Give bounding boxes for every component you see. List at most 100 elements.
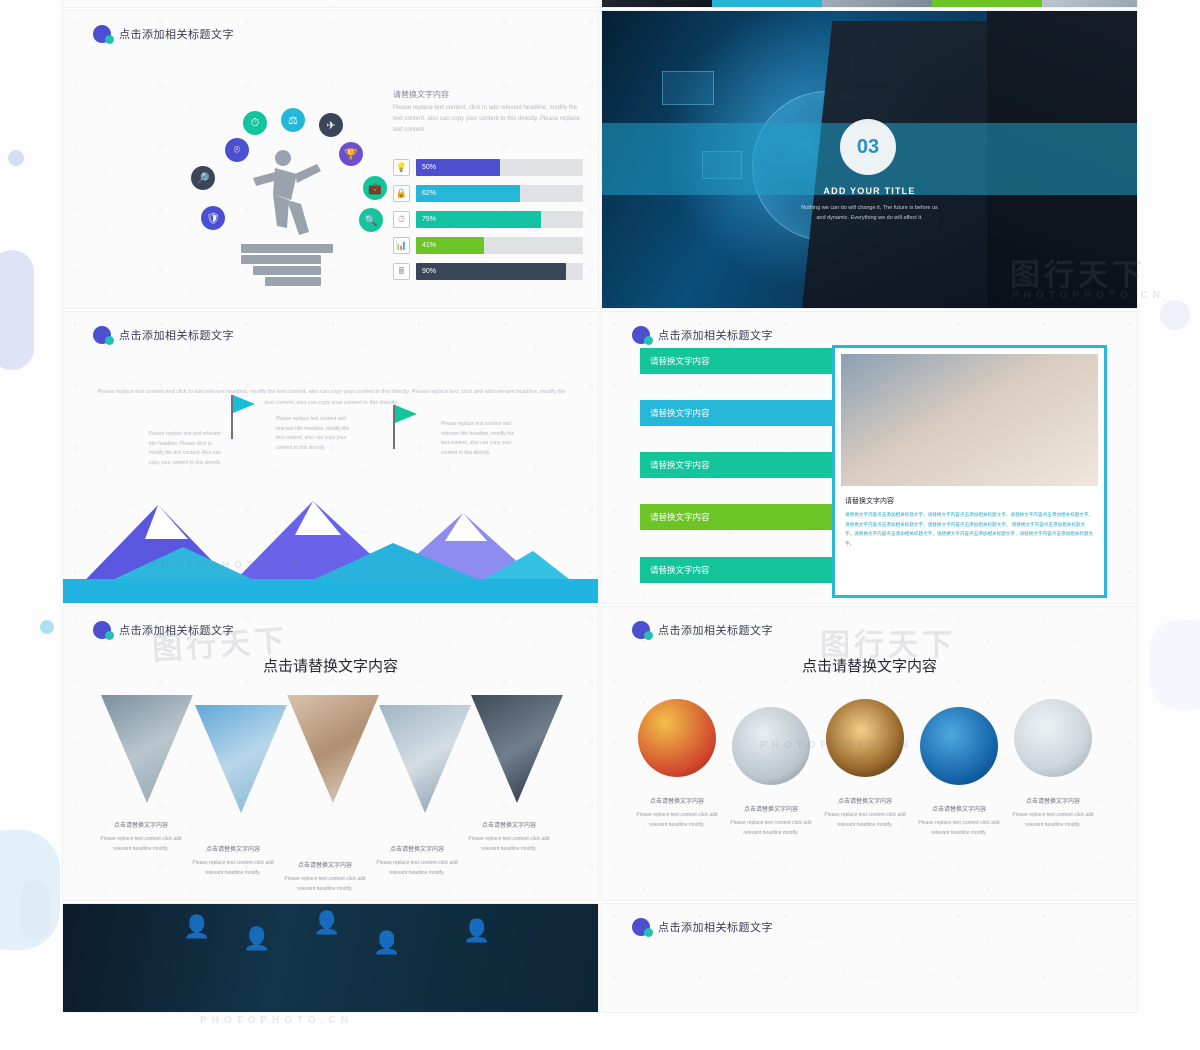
slide-title-mountain: 点击添加相关标题文字 (93, 326, 234, 345)
circle-caption-title: 点击请替换文字内容 (1025, 799, 1080, 805)
shield-icon: 🛡 (201, 206, 225, 230)
slide-top-right[interactable]: 请替换文字 请替换文字 请替换文字内容 (601, 0, 1138, 8)
triangle-caption-title: 点击请替换文字内容 (481, 823, 536, 829)
slide-top-left[interactable]: 请替换文字内容 Please replace text content, cli… (62, 0, 599, 8)
circle-photo (826, 699, 904, 777)
list-item-label: 请替换文字内容 (650, 356, 710, 366)
decorative-blob (40, 620, 54, 634)
circle-photo (920, 707, 998, 785)
triangle-caption-title: 点击请替换文字内容 (113, 823, 168, 829)
slide-process[interactable]: 点击添加相关标题文字 ⏱ ⚖ ✈ ⌾ 🏆 🔎 💼 🛡 🔍 请替换文字内容 Ple… (62, 10, 599, 309)
runner-illustration: ⏱ ⚖ ✈ ⌾ 🏆 🔎 💼 🛡 🔍 (163, 108, 387, 286)
photo-tile (822, 0, 932, 7)
circle-caption: 点击请替换文字内容 Please replace text content cl… (822, 797, 908, 830)
zoom-icon: 🔍 (359, 208, 383, 232)
mountain-note: Please replace text and relevant title h… (149, 431, 222, 466)
bullet-dot-icon (632, 326, 653, 345)
list-item[interactable]: 请替换文字内容 (640, 504, 836, 530)
mountain-note: Please replace text content and relevant… (276, 416, 350, 451)
slide-list-photo[interactable]: 点击添加相关标题文字 请替换文字内容 请替换文字内容 请替换文字内容 请替换文字… (601, 311, 1138, 604)
slide-title-text: 点击添加相关标题文字 (119, 29, 234, 41)
photo-tile (602, 0, 712, 7)
progress-row: 🖩 90% (393, 263, 583, 280)
list-item[interactable]: 请替换文字内容 (640, 348, 836, 374)
progress-track: 90% (416, 263, 583, 280)
card-body: 请替换文字内容点击添加相关标题文字，请替换文字内容点击添加相关标题文字，请替换文… (845, 512, 1094, 546)
trophy-icon: 🏆 (339, 142, 363, 166)
slide-circles[interactable]: 点击添加相关标题文字 点击请替换文字内容 点击请替换文字内容 Please re… (601, 606, 1138, 901)
circle-caption: 点击请替换文字内容 Please replace text content cl… (1010, 797, 1096, 830)
triangle-photo (195, 705, 287, 813)
mountain-graphic (63, 395, 598, 603)
slide-row-2: 点击添加相关标题文字 Please replace text content a… (62, 311, 1138, 604)
person-icon: 👤 (243, 926, 271, 951)
slide-bottom-right[interactable]: 点击添加相关标题文字 (601, 903, 1138, 1013)
slide-title-list: 点击添加相关标题文字 (632, 326, 773, 345)
watermark-en: PHOTOPHOTO.CN (200, 1015, 353, 1026)
list-item[interactable]: 请替换文字内容 (640, 400, 836, 426)
slide-triangles[interactable]: 点击添加相关标题文字 点击请替换文字内容 点击请替换文字内容 Please re… (62, 606, 599, 901)
briefcase-icon: 💼 (363, 176, 387, 200)
triangle-caption-note: Please replace text content click add re… (468, 836, 550, 852)
triangle-photo (471, 695, 563, 803)
progress-row: 🔒 62% (393, 185, 583, 202)
circle-photo (638, 699, 716, 777)
lightbulb-icon: 💡 (313, 0, 351, 1)
bulb-icon: 💡 (393, 159, 410, 176)
progress-track: 41% (416, 237, 583, 254)
list-item-label: 请替换文字内容 (650, 460, 710, 470)
photo-strip: 请替换文字 请替换文字 (602, 0, 1137, 7)
slide-title-triangles: 点击添加相关标题文字 (93, 621, 234, 640)
list-item-label: 请替换文字内容 (650, 565, 710, 575)
bullet-dot-icon (93, 621, 114, 640)
circle-caption-note: Please replace text content click add re… (1012, 812, 1094, 828)
progress-row: 📊 41% (393, 237, 583, 254)
progress-value: 90% (422, 268, 437, 275)
tag-chip: 请替换文字 (712, 0, 822, 7)
progress-fill (416, 263, 567, 280)
mountain-svg (63, 501, 598, 603)
progress-value: 50% (422, 164, 437, 171)
decorative-blob (0, 250, 34, 370)
slide-mountain[interactable]: 点击添加相关标题文字 Please replace text content a… (62, 311, 599, 604)
bullet-dot-icon (632, 621, 653, 640)
progress-value: 75% (422, 216, 437, 223)
card-caption: 请替换文字内容 (845, 498, 894, 505)
chart-icon: 📊 (393, 237, 410, 254)
slide-title-text: 点击添加相关标题文字 (658, 922, 773, 934)
section-number: 03 (840, 119, 896, 175)
progress-row: ⏱ 75% (393, 211, 583, 228)
slide-title-text: 点击添加相关标题文字 (119, 330, 234, 342)
person-icon: 👤 (313, 910, 341, 935)
progress-row: 💡 50% (393, 159, 583, 176)
tag-chip: 请替换文字 (932, 0, 1042, 7)
list-item[interactable]: 请替换文字内容 (640, 452, 836, 478)
triangle-caption-note: Please replace text content click add re… (100, 836, 182, 852)
person-icon: 👤 (183, 914, 211, 939)
progress-bar-list: 💡 50% 🔒 62% ⏱ 75% 📊 41% 🖩 90% (393, 159, 583, 289)
bullet-dot-icon (93, 25, 114, 44)
slide-row-3: 点击添加相关标题文字 点击请替换文字内容 点击请替换文字内容 Please re… (62, 606, 1138, 901)
decorative-blob (1160, 300, 1190, 330)
bullet-dot-icon (93, 326, 114, 345)
triangle-caption-title: 点击请替换文字内容 (297, 863, 352, 869)
circle-caption-title: 点击请替换文字内容 (931, 807, 986, 813)
circle-photo (1014, 699, 1092, 777)
decorative-blob (20, 880, 50, 940)
circle-caption-title: 点击请替换文字内容 (649, 799, 704, 805)
section-subtitle: Nothing we can do will change it, The fu… (801, 205, 938, 222)
circle-caption-note: Please replace text content click add re… (636, 812, 718, 828)
slide-title-text: 点击添加相关标题文字 (658, 330, 773, 342)
mountain-note: Please replace text content and relevant… (441, 421, 515, 456)
slide-bottom-left[interactable]: 👤 👤 👤 👤 👤 (62, 903, 599, 1013)
circle-caption-title: 点击请替换文字内容 (837, 799, 892, 805)
triangle-caption-note: Please replace text content click add re… (284, 876, 366, 892)
list-item[interactable]: 请替换文字内容 (640, 557, 836, 583)
photo-tile (1042, 0, 1137, 7)
slide-tech-section[interactable]: 03 ADD YOUR TITLE Nothing we can do will… (601, 10, 1138, 309)
photo-card[interactable]: 请替换文字内容 请替换文字内容点击添加相关标题文字，请替换文字内容点击添加相关标… (832, 345, 1107, 598)
triangle-caption: 点击请替换文字内容 Please replace text content cl… (185, 845, 281, 878)
progress-track: 75% (416, 211, 583, 228)
triangle-caption-note: Please replace text content click add re… (376, 860, 458, 876)
circle-caption: 点击请替换文字内容 Please replace text content cl… (916, 805, 1002, 838)
